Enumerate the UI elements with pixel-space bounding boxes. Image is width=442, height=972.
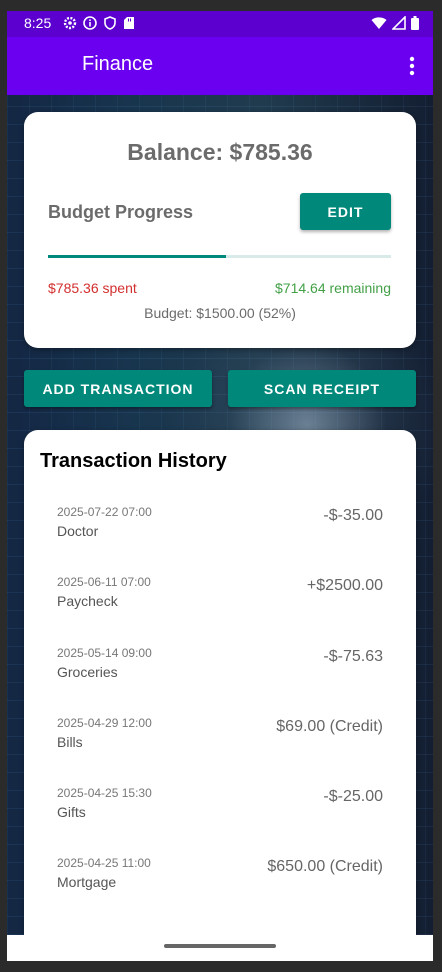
signal-icon bbox=[392, 16, 406, 30]
content-area[interactable]: Balance: $785.36 Budget Progress EDIT $7… bbox=[7, 95, 433, 961]
transaction-amount: -$-25.00 bbox=[323, 788, 383, 806]
wifi-icon bbox=[371, 17, 387, 29]
status-left-icons bbox=[63, 16, 135, 30]
transaction-row[interactable]: 2025-04-25 15:30 Gifts -$-25.00 bbox=[24, 781, 416, 851]
budget-total: Budget: $1500.00 (52%) bbox=[144, 305, 296, 321]
budget-progress-bar bbox=[48, 255, 391, 258]
transaction-row[interactable]: 2025-05-14 09:00 Groceries -$-75.63 bbox=[24, 641, 416, 711]
sd-card-icon bbox=[124, 17, 134, 29]
transaction-row[interactable]: 2025-06-11 07:00 Paycheck +$2500.00 bbox=[24, 570, 416, 640]
info-icon bbox=[83, 16, 97, 30]
edit-budget-button[interactable]: EDIT bbox=[300, 193, 391, 230]
balance-card: Balance: $785.36 Budget Progress EDIT $7… bbox=[24, 112, 416, 348]
settings-gear-icon bbox=[63, 16, 77, 30]
phone-screen: 8:25 Finance Balance: $785.36 Budget Pro… bbox=[7, 11, 433, 961]
transaction-date: 2025-06-11 07:00 bbox=[57, 575, 151, 590]
shield-icon bbox=[104, 16, 116, 30]
transaction-amount: $650.00 (Credit) bbox=[267, 858, 383, 876]
status-time: 8:25 bbox=[24, 15, 52, 31]
remaining-amount: $714.64 remaining bbox=[275, 280, 391, 296]
transaction-date: 2025-05-14 09:00 bbox=[57, 645, 152, 660]
transaction-row[interactable]: 2025-04-29 12:00 Bills $69.00 (Credit) bbox=[24, 711, 416, 781]
transaction-row[interactable]: 2025-04-25 11:00 Mortgage $650.00 (Credi… bbox=[24, 851, 416, 921]
app-title: Finance bbox=[82, 53, 154, 75]
scan-receipt-button[interactable]: SCAN RECEIPT bbox=[228, 370, 416, 407]
battery-icon bbox=[411, 16, 419, 30]
transaction-description: Bills bbox=[57, 733, 83, 750]
transaction-history-card: Transaction History 2025-07-22 07:00 Doc… bbox=[24, 430, 416, 935]
transaction-amount: -$-35.00 bbox=[323, 507, 383, 524]
transaction-description: Groceries bbox=[57, 663, 118, 680]
transaction-date: 2025-04-29 12:00 bbox=[57, 715, 152, 730]
budget-progress-fill bbox=[48, 255, 227, 258]
transaction-amount: +$2500.00 bbox=[306, 577, 383, 595]
transaction-row[interactable]: 2025-07-22 07:00 Doctor -$-35.00 bbox=[24, 500, 416, 570]
transaction-amount: $69.00 (Credit) bbox=[276, 717, 383, 735]
balance-text: Balance: $785.36 bbox=[127, 139, 313, 165]
transaction-description: Paycheck bbox=[57, 593, 118, 610]
transaction-history-title: Transaction History bbox=[40, 450, 227, 472]
system-navigation-bar bbox=[7, 935, 433, 961]
budget-progress-label: Budget Progress bbox=[48, 202, 194, 222]
spent-amount: $785.36 spent bbox=[48, 280, 137, 296]
status-bar: 8:25 bbox=[7, 11, 433, 37]
add-transaction-button[interactable]: ADD TRANSACTION bbox=[24, 370, 212, 407]
transaction-date: 2025-04-25 15:30 bbox=[57, 786, 152, 801]
more-vert-icon[interactable] bbox=[409, 56, 415, 76]
home-gesture-handle[interactable] bbox=[164, 944, 276, 948]
transaction-description: Mortgage bbox=[57, 874, 117, 891]
transaction-date: 2025-04-25 11:00 bbox=[57, 856, 151, 871]
transaction-list[interactable]: 2025-07-22 07:00 Doctor -$-35.00 2025-06… bbox=[24, 500, 416, 922]
transaction-date: 2025-07-22 07:00 bbox=[57, 505, 152, 519]
transaction-description: Doctor bbox=[57, 523, 99, 539]
app-bar: Finance bbox=[7, 37, 433, 95]
status-right-icons bbox=[371, 16, 419, 30]
transaction-description: Gifts bbox=[57, 804, 86, 821]
transaction-amount: -$-75.63 bbox=[323, 647, 383, 665]
